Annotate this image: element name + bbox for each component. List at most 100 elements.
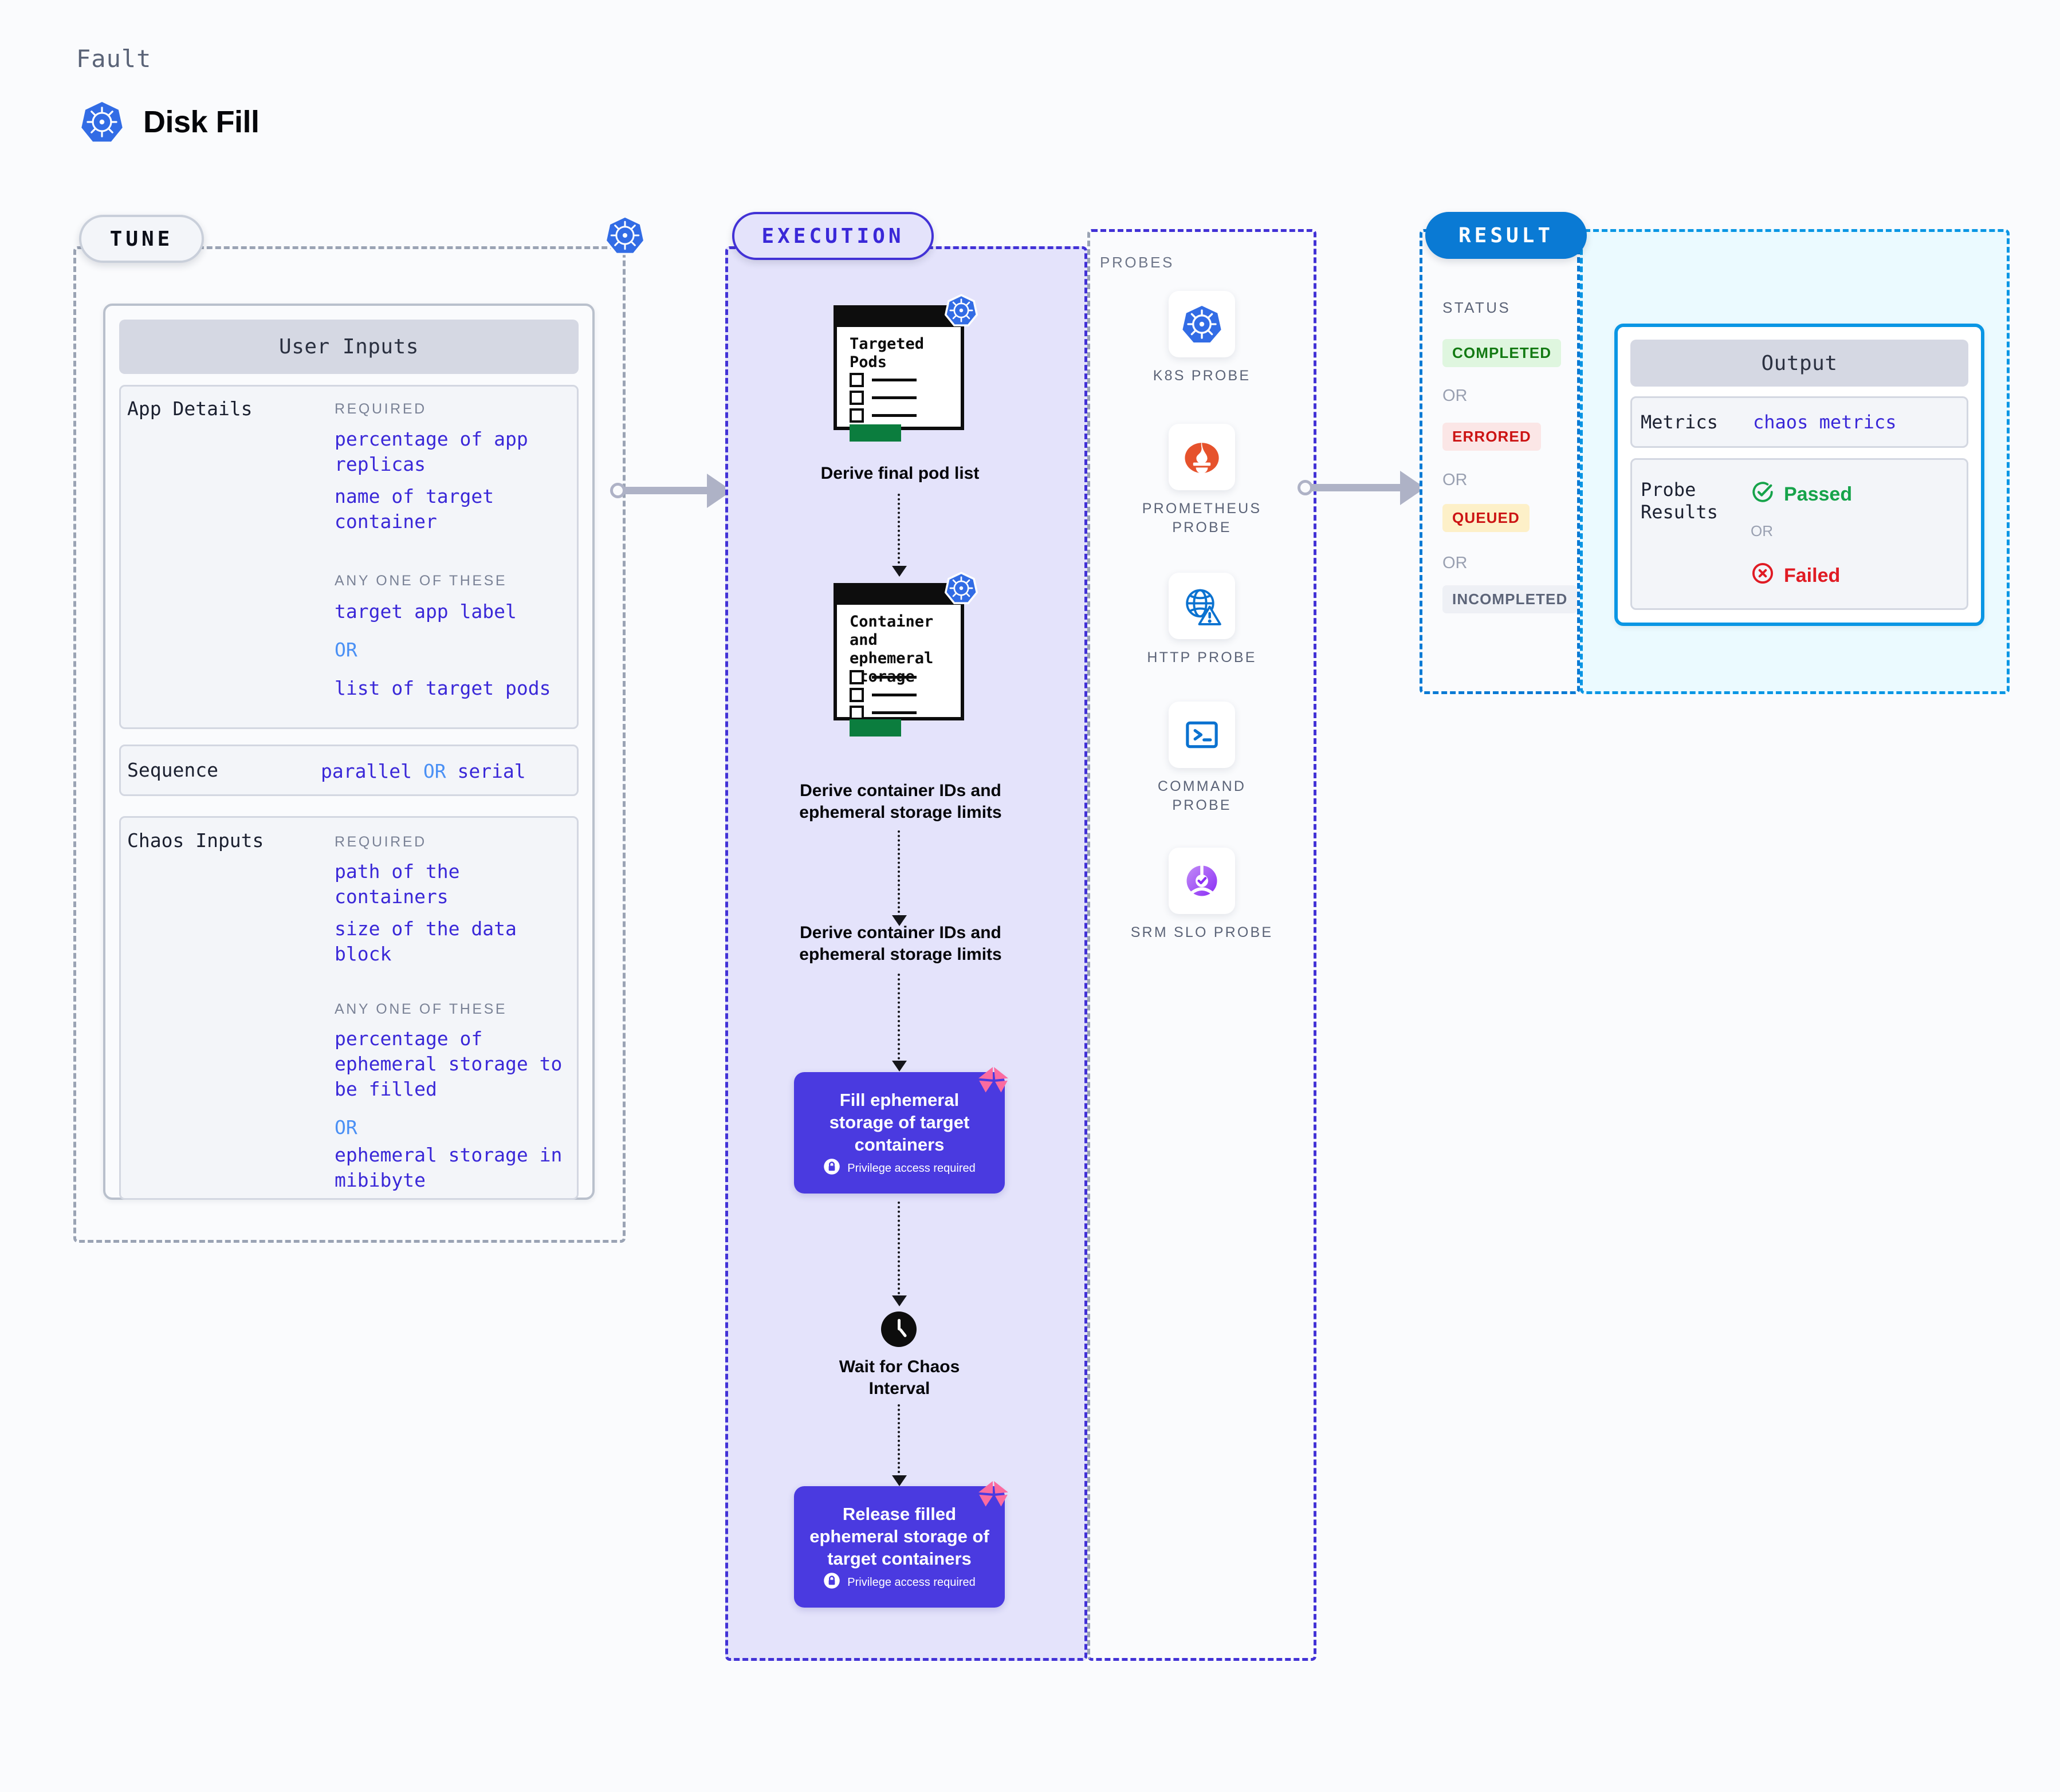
checkbox-icon bbox=[850, 373, 864, 387]
privilege-note-text: Privilege access required bbox=[847, 1161, 976, 1175]
probe-label: K8S PROBE bbox=[1153, 368, 1251, 384]
node-label-derive-container-ids-2: Derive container IDs and ephemeral stora… bbox=[799, 923, 1002, 964]
app-details-required-caption: REQUIRED bbox=[335, 401, 427, 417]
progress-bar bbox=[850, 424, 901, 442]
prometheus-icon bbox=[1169, 424, 1235, 490]
probe-label: COMMAND PROBE bbox=[1157, 778, 1247, 813]
output-header: Output bbox=[1630, 340, 1968, 387]
flow-arrow-head bbox=[892, 1061, 907, 1072]
progress-bar bbox=[850, 719, 901, 737]
chaos-anyone-caption: ANY ONE OF THESE bbox=[335, 1001, 508, 1017]
tune-kubernetes-badge bbox=[604, 215, 646, 259]
probe-results-label: Probe Results bbox=[1641, 479, 1718, 523]
node-label-derive-final-pod-list: Derive final pod list bbox=[820, 464, 980, 483]
checkbox-icon bbox=[850, 688, 864, 702]
check-circle-icon bbox=[1751, 480, 1775, 509]
fault-title-row: Disk Fill bbox=[80, 100, 260, 144]
flow-arrow-head bbox=[892, 566, 907, 577]
checklist-row bbox=[850, 670, 917, 684]
probe-prometheus[interactable]: PROMETHEUS PROBE bbox=[1130, 424, 1273, 537]
globe-warning-icon bbox=[1169, 573, 1235, 639]
status-or-3: OR bbox=[1442, 554, 1468, 572]
checkbox-icon bbox=[850, 391, 864, 405]
probes-title: PROBES bbox=[1100, 254, 1174, 271]
app-details-anyone-item-2: list of target pods bbox=[335, 677, 551, 699]
probe-label: SRM SLO PROBE bbox=[1130, 924, 1273, 940]
targeted-pods-card: Targeted Pods bbox=[834, 294, 978, 442]
checklist-row bbox=[850, 391, 917, 405]
action-release-ephemeral-storage[interactable]: Release filled ephemeral storage of targ… bbox=[794, 1481, 1008, 1608]
flow-arrow bbox=[898, 494, 900, 568]
probe-result-failed-label: Failed bbox=[1784, 565, 1841, 586]
kubernetes-icon bbox=[944, 572, 978, 608]
container-storage-card: Container and ephemeral storage bbox=[834, 572, 978, 737]
chaos-inputs-label: Chaos Inputs bbox=[127, 829, 264, 852]
chaos-required-caption: REQUIRED bbox=[335, 834, 427, 850]
sequence-value-serial: serial bbox=[457, 760, 526, 782]
checklist-row bbox=[850, 688, 917, 702]
kubernetes-icon bbox=[944, 294, 978, 330]
lock-icon bbox=[823, 1158, 840, 1179]
privilege-note: Privilege access required bbox=[794, 1572, 1005, 1593]
probe-command[interactable]: COMMAND PROBE bbox=[1130, 702, 1273, 814]
flow-arrow-head bbox=[892, 1475, 907, 1486]
line-icon bbox=[872, 694, 917, 696]
action-fill-ephemeral-storage[interactable]: Fill ephemeral storage of target contain… bbox=[794, 1067, 1008, 1194]
chaos-anyone-item-2: ephemeral storage in mibibyte bbox=[335, 1144, 563, 1192]
privilege-note-text: Privilege access required bbox=[847, 1576, 976, 1589]
probe-result-passed: Passed bbox=[1751, 480, 1852, 509]
app-details-anyone-caption: ANY ONE OF THESE bbox=[335, 573, 508, 589]
kubernetes-icon bbox=[1169, 291, 1235, 357]
probe-label: HTTP PROBE bbox=[1147, 649, 1257, 665]
metrics-label: Metrics bbox=[1641, 411, 1718, 433]
status-badge-errored: ERRORED bbox=[1442, 423, 1541, 451]
sequence-value-or: OR bbox=[423, 760, 446, 782]
container-storage-checklist bbox=[850, 670, 917, 723]
status-title: STATUS bbox=[1442, 299, 1511, 316]
checklist-row bbox=[850, 706, 917, 720]
lock-icon bbox=[823, 1572, 840, 1593]
terminal-icon bbox=[1169, 702, 1235, 768]
app-details-anyone-or: OR bbox=[335, 639, 357, 661]
app-details-label: App Details bbox=[127, 397, 253, 420]
sequence-value: parallel OR serial bbox=[321, 759, 526, 784]
harness-badge-icon bbox=[975, 1065, 1011, 1104]
flow-arrow bbox=[898, 830, 900, 917]
flow-arrow bbox=[898, 1404, 900, 1478]
action-label: Fill ephemeral storage of target contain… bbox=[829, 1090, 970, 1155]
probe-label: PROMETHEUS PROBE bbox=[1142, 501, 1262, 535]
checklist-row bbox=[850, 373, 917, 387]
sequence-label: Sequence bbox=[127, 759, 218, 781]
line-icon bbox=[872, 414, 917, 417]
chaos-required-item-1: path of the containers bbox=[335, 860, 460, 908]
clock-icon bbox=[881, 1311, 917, 1347]
line-icon bbox=[872, 379, 917, 381]
flow-arrow bbox=[898, 1202, 900, 1299]
checkbox-icon bbox=[850, 408, 864, 423]
x-circle-icon bbox=[1751, 561, 1775, 590]
probe-k8s[interactable]: K8S PROBE bbox=[1130, 291, 1273, 385]
line-icon bbox=[872, 676, 917, 679]
execution-pill: EXECUTION bbox=[732, 212, 934, 260]
action-label: Release filled ephemeral storage of targ… bbox=[809, 1504, 989, 1569]
app-details-required-item-2: name of target container bbox=[335, 485, 494, 533]
probe-http[interactable]: HTTP PROBE bbox=[1130, 573, 1273, 667]
checklist-row bbox=[850, 408, 917, 423]
harness-badge-icon bbox=[975, 1479, 1011, 1518]
flow-arrow bbox=[898, 974, 900, 1064]
sequence-value-parallel: parallel bbox=[321, 760, 412, 782]
privilege-note: Privilege access required bbox=[794, 1158, 1005, 1179]
kubernetes-icon bbox=[80, 100, 124, 144]
user-inputs-header: User Inputs bbox=[119, 320, 579, 374]
metrics-value: chaos metrics bbox=[1753, 411, 1897, 433]
targeted-pods-card-title: Targeted Pods bbox=[850, 335, 925, 371]
probe-result-failed: Failed bbox=[1751, 561, 1840, 590]
status-badge-completed: COMPLETED bbox=[1442, 339, 1562, 367]
probe-results-or: OR bbox=[1751, 522, 1773, 539]
chaos-anyone-item-1: percentage of ephemeral storage to be fi… bbox=[335, 1027, 563, 1101]
status-badge-incompleted: INCOMPLETED bbox=[1442, 585, 1578, 613]
probe-srm-slo[interactable]: SRM SLO PROBE bbox=[1130, 848, 1273, 942]
node-label-wait-for-chaos-interval: Wait for Chaos Interval bbox=[839, 1357, 960, 1398]
chaos-required-item-2: size of the data block bbox=[335, 917, 517, 966]
tune-pill: TUNE bbox=[79, 215, 204, 263]
